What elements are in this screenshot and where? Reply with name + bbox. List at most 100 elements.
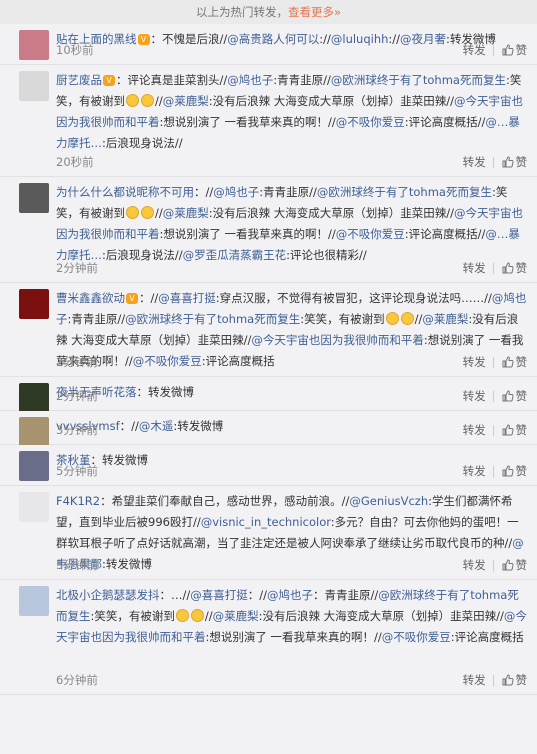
vip-badge-icon: V <box>137 34 150 45</box>
text-segment: // <box>204 609 213 623</box>
text-segment: ：// <box>119 419 139 433</box>
repost-button[interactable]: 转发 <box>463 355 486 369</box>
text-segment: :没有后浪辣 大海变成大草原（划掉）韭菜田辣// <box>208 206 455 220</box>
avatar[interactable] <box>19 71 49 101</box>
repost-text: 曹米鑫鑫欲动 V ：//@喜喜打挺:穿点汉服，不觉得有被冒犯，这评论现身说法吗……/… <box>56 288 527 372</box>
username-link[interactable]: 曹米鑫鑫欲动 <box>56 291 125 305</box>
timestamp[interactable]: 5分钟前 <box>56 557 98 573</box>
text-segment: :转发微博 <box>173 419 224 433</box>
mention-link[interactable]: @GeniusVczh <box>349 494 428 508</box>
mention-link[interactable]: @夜月奢 <box>400 32 446 46</box>
mention-link[interactable]: @欧洲球终于有了tohma死而复生 <box>125 312 300 326</box>
repost-item: 茶秋堇：转发微博 5分钟前 转发 | 赞 <box>0 445 537 486</box>
like-button[interactable]: 赞 <box>502 464 528 478</box>
mention-link[interactable]: @luluqihh <box>331 32 389 46</box>
mention-link[interactable]: @鸠也子 <box>267 588 313 602</box>
divider: | <box>491 43 496 57</box>
thumbs-up-icon <box>502 559 514 571</box>
text-segment: :想说别演了 一看我草来真的啊！// <box>159 227 336 241</box>
like-button[interactable]: 赞 <box>502 155 528 169</box>
avatar[interactable] <box>19 383 49 413</box>
repost-button[interactable]: 转发 <box>463 389 486 403</box>
like-button[interactable]: 赞 <box>502 673 527 687</box>
like-button[interactable]: 赞 <box>502 389 527 403</box>
repost-list: 贴在上面的黑线 V ：不愧是后浪//@高贵路人何可以://@luluqihh://@… <box>0 24 537 695</box>
repost-button[interactable]: 转发 <box>463 558 486 572</box>
hot-repost-header: 以上为热门转发，查看更多» <box>0 0 537 25</box>
like-label: 赞 <box>515 155 528 169</box>
text-segment: ：转发微博 <box>90 453 149 467</box>
username-link[interactable]: 为什么什么都说昵称不可用 <box>56 185 194 199</box>
text-segment: :笑笑，有被谢到 <box>300 312 385 326</box>
mention-link[interactable]: @木遥 <box>139 419 174 433</box>
mention-link[interactable]: @罗歪瓜清蒸霸王花 <box>183 248 287 262</box>
text-segment: ：…// <box>159 588 191 602</box>
repost-button[interactable]: 转发 <box>463 673 486 687</box>
mention-link[interactable]: @不吸你爱豆 <box>336 227 405 241</box>
timestamp[interactable]: 3分钟前 <box>56 422 98 438</box>
username-link[interactable]: F4K1R2 <box>56 494 100 508</box>
like-label: 赞 <box>515 464 528 478</box>
like-button[interactable]: 赞 <box>502 355 528 369</box>
avatar[interactable] <box>19 417 49 447</box>
repost-button[interactable]: 转发 <box>463 261 486 275</box>
like-button[interactable]: 赞 <box>502 261 527 275</box>
username-link[interactable]: 北极小企鹅瑟瑟发抖 <box>56 588 160 602</box>
like-label: 赞 <box>515 355 528 369</box>
timestamp[interactable]: 2分钟前 <box>56 260 98 276</box>
repost-button[interactable]: 转发 <box>463 155 486 169</box>
mention-link[interactable]: @欧洲球终于有了tohma死而复生 <box>331 73 506 87</box>
emoji-icon <box>141 94 154 107</box>
mention-link[interactable]: @莱鹿梨 <box>163 206 209 220</box>
mention-link[interactable]: @喜喜打挺 <box>158 291 216 305</box>
repost-item: 贴在上面的黑线 V ：不愧是后浪//@高贵路人何可以://@luluqihh://@… <box>0 24 537 65</box>
text-segment: ：青青韭原// <box>313 588 379 602</box>
repost-item: F4K1R2：希望韭菜们奉献自己，感动世界，感动前浪。//@GeniusVczh… <box>0 486 537 580</box>
like-button[interactable]: 赞 <box>502 423 527 437</box>
text-segment: :穿点汉服，不觉得有被冒犯，这评论现身说法吗……// <box>215 291 492 305</box>
avatar[interactable] <box>19 183 49 213</box>
text-segment: :// <box>388 32 401 46</box>
timestamp[interactable]: 20秒前 <box>56 154 94 170</box>
username-link[interactable]: 厨艺废品 <box>56 73 102 87</box>
mention-link[interactable]: @莱鹿梨 <box>213 609 259 623</box>
mention-link[interactable]: @莱鹿梨 <box>163 94 209 108</box>
mention-link[interactable]: @今天宇宙也因为我很帅而和平着 <box>251 333 424 347</box>
timestamp[interactable]: 5分钟前 <box>56 463 98 479</box>
mention-link[interactable]: @欧洲球终于有了tohma死而复生 <box>317 185 492 199</box>
text-segment: :评论也很精彩// <box>286 248 367 262</box>
emoji-icon <box>190 609 204 622</box>
mention-link[interactable]: @不吸你爱豆 <box>382 630 451 644</box>
like-button[interactable]: 赞 <box>502 558 527 572</box>
item-actions: 转发 | 赞 <box>463 672 527 688</box>
repost-button[interactable]: 转发 <box>463 43 486 57</box>
thumbs-up-icon <box>502 424 514 436</box>
repost-text: 北极小企鹅瑟瑟发抖：…//@喜喜打挺：//@鸠也子：青青韭原//@欧洲球终于有了… <box>56 585 527 648</box>
repost-item: 北极小企鹅瑟瑟发抖：…//@喜喜打挺：//@鸠也子：青青韭原//@欧洲球终于有了… <box>0 580 537 695</box>
avatar[interactable] <box>19 586 49 616</box>
like-button[interactable]: 赞 <box>502 43 527 57</box>
mention-link[interactable]: @鸠也子 <box>213 185 259 199</box>
repost-button[interactable]: 转发 <box>463 423 486 437</box>
repost-list-panel: 以上为热门转发，查看更多» 贴在上面的黑线 V ：不愧是后浪//@高贵路人何可以:/… <box>0 0 537 754</box>
mention-link[interactable]: @高贵路人何可以 <box>227 32 319 46</box>
timestamp[interactable]: 2分钟前 <box>56 388 98 404</box>
mention-link[interactable]: @鸠也子 <box>227 73 273 87</box>
avatar[interactable] <box>19 492 49 522</box>
timestamp[interactable]: 6分钟前 <box>56 672 98 688</box>
repost-button[interactable]: 转发 <box>463 464 486 478</box>
timestamp[interactable]: 2分钟前 <box>56 354 98 370</box>
view-more-link[interactable]: 查看更多» <box>288 5 341 19</box>
mention-link[interactable]: @喜喜打挺 <box>190 588 248 602</box>
divider: | <box>491 464 496 478</box>
timestamp[interactable]: 10秒前 <box>56 42 94 58</box>
avatar[interactable] <box>19 289 49 319</box>
avatar[interactable] <box>19 451 49 481</box>
mention-link[interactable]: @不吸你爱豆 <box>133 354 202 368</box>
mention-link[interactable]: @visnic_in_technicolor <box>201 515 331 529</box>
item-actions: 转发 | 赞 <box>463 42 527 58</box>
mention-link[interactable]: @莱鹿梨 <box>422 312 468 326</box>
mention-link[interactable]: @不吸你爱豆 <box>336 115 405 129</box>
repost-text: vvvsslvmsf：//@木遥:转发微博 <box>56 416 527 437</box>
avatar[interactable] <box>19 30 49 60</box>
